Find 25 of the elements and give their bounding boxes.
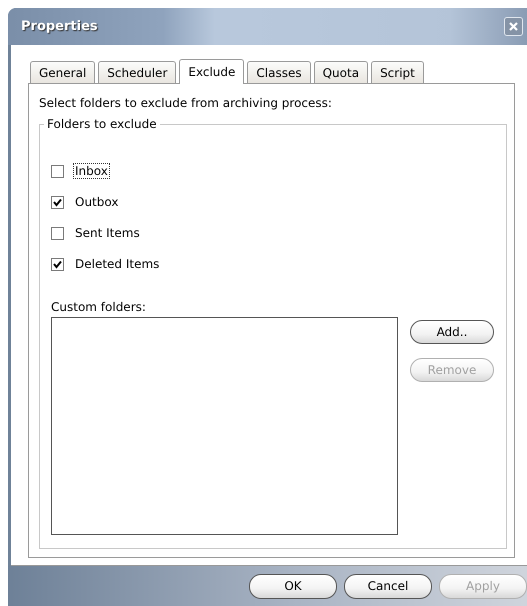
tab[interactable]: Script: [371, 61, 424, 83]
checkbox-label[interactable]: Outbox: [73, 194, 120, 210]
check-icon: [53, 260, 62, 268]
checkbox-label[interactable]: Inbox: [73, 163, 110, 179]
dialog-button[interactable]: Cancel: [344, 574, 432, 598]
close-icon: [508, 21, 519, 32]
checkbox[interactable]: [51, 196, 64, 208]
instruction-text: Select folders to exclude from archiving process:: [39, 96, 333, 110]
tab[interactable]: Classes: [247, 61, 311, 83]
checkbox-label[interactable]: Sent Items: [73, 225, 142, 241]
check-icon: [53, 198, 62, 206]
window-title: Properties: [21, 19, 98, 34]
group-title: Folders to exclude: [44, 117, 160, 131]
tab[interactable]: Quota: [314, 61, 368, 83]
tab[interactable]: Scheduler: [98, 61, 176, 83]
dialog-button[interactable]: OK: [249, 574, 337, 598]
custom-folders-label: Custom folders:: [51, 300, 147, 314]
tab[interactable]: Exclude: [179, 59, 244, 84]
checkbox[interactable]: [51, 258, 64, 270]
checkbox[interactable]: [51, 164, 64, 178]
tab[interactable]: General: [30, 61, 96, 83]
close-button[interactable]: [504, 17, 523, 36]
checkbox-label[interactable]: Deleted Items: [73, 256, 162, 272]
checkbox[interactable]: [51, 226, 64, 240]
side-button[interactable]: Add..: [410, 320, 494, 344]
